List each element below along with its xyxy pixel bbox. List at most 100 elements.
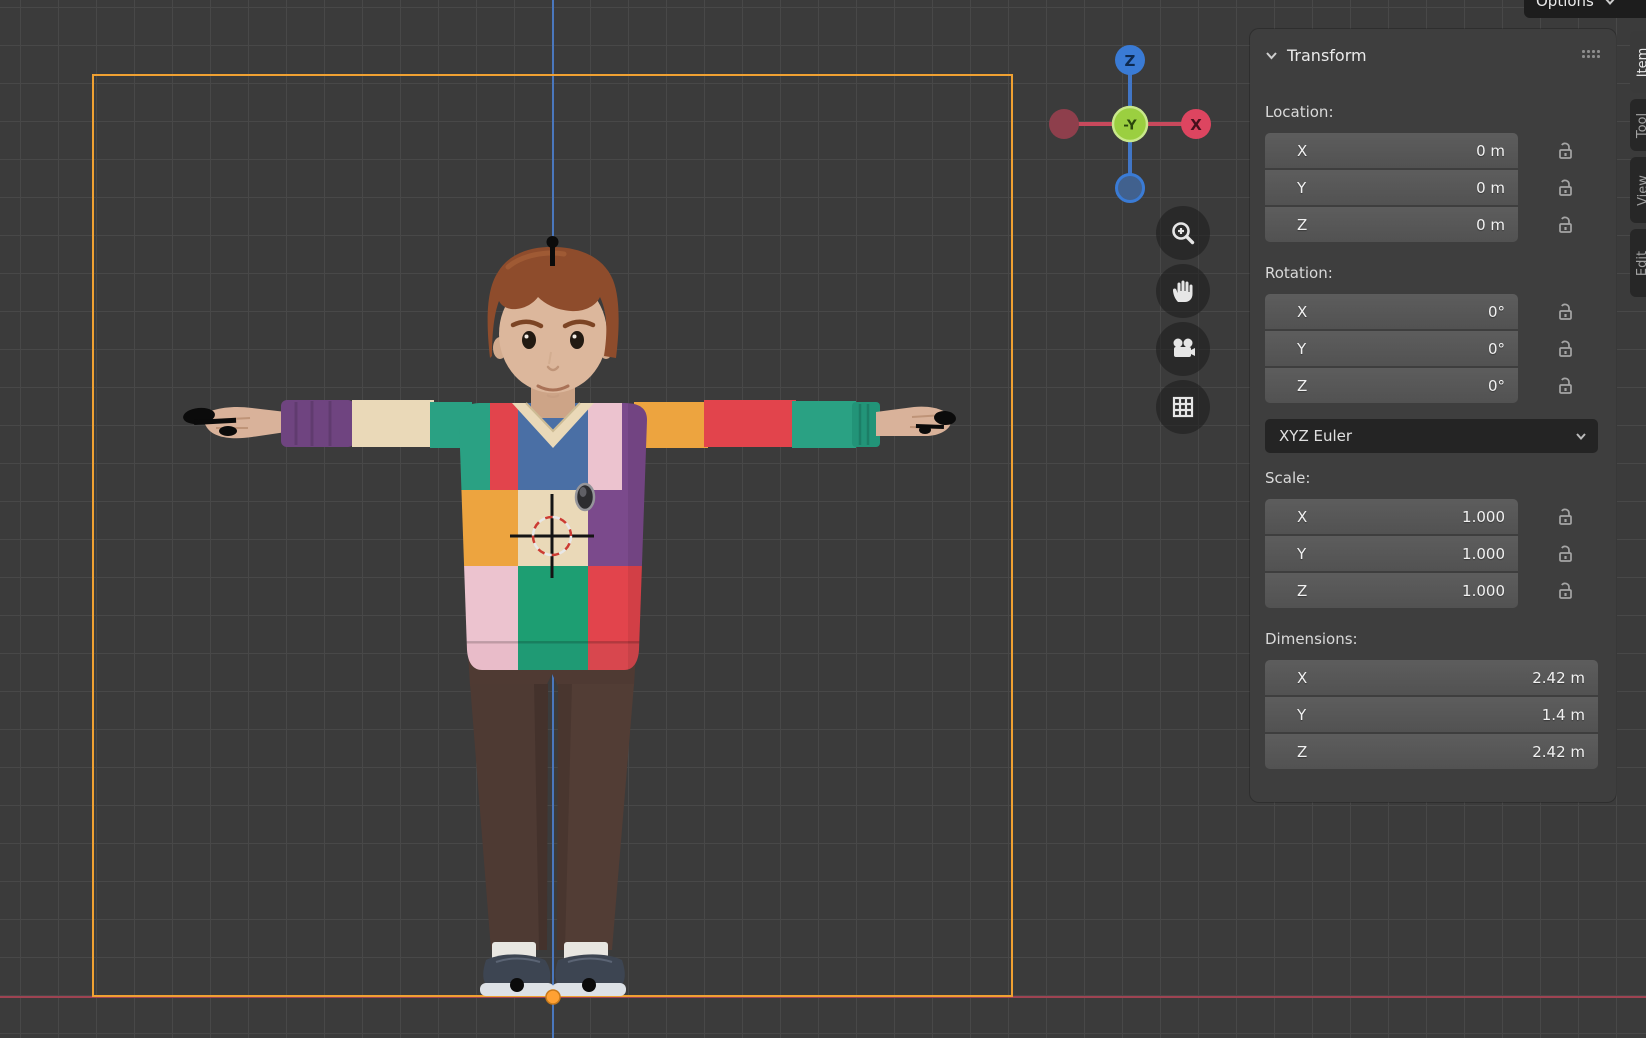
axis-value: 2.42 m (1532, 743, 1585, 761)
tab-label: View (1636, 175, 1646, 206)
scale-x-row: X 1.000 (1265, 499, 1616, 534)
location-y-field[interactable]: Y 0 m (1265, 170, 1518, 205)
axis-value: 1.4 m (1542, 706, 1585, 724)
tab-label: Tool (1635, 112, 1646, 137)
object-origin-point (546, 990, 560, 1004)
gizmo-x-label: X (1190, 116, 1202, 134)
tab-label: Edit (1636, 250, 1646, 275)
dimensions-z-row: Z 2.42 m (1265, 734, 1616, 769)
location-x-row: X 0 m (1265, 133, 1616, 168)
axis-label: X (1297, 303, 1307, 321)
sidebar-tab-edit[interactable]: Edit (1630, 229, 1646, 297)
scale-y-row: Y 1.000 (1265, 536, 1616, 571)
axis-label: Y (1297, 545, 1306, 563)
blender-3d-viewport[interactable]: Z X -Y (0, 0, 1646, 1038)
rotation-y-lock-button[interactable] (1554, 338, 1576, 360)
viewport-ortho-toggle-button[interactable] (1156, 380, 1210, 434)
viewport-pan-button[interactable] (1156, 264, 1210, 318)
unlock-icon (1554, 580, 1576, 602)
axis-value: 0° (1488, 303, 1505, 321)
rotation-z-row: Z 0° (1265, 368, 1616, 403)
location-z-field[interactable]: Z 0 m (1265, 207, 1518, 242)
axis-label: X (1297, 508, 1307, 526)
unlock-icon (1554, 301, 1576, 323)
location-y-row: Y 0 m (1265, 170, 1616, 205)
axis-label: Z (1297, 743, 1307, 761)
location-z-lock-button[interactable] (1554, 214, 1576, 236)
axis-label: Z (1297, 216, 1307, 234)
rotation-y-field[interactable]: Y 0° (1265, 331, 1518, 366)
unlock-icon (1554, 214, 1576, 236)
rotation-z-field[interactable]: Z 0° (1265, 368, 1518, 403)
viewport-camera-button[interactable] (1156, 322, 1210, 376)
options-label: Options (1536, 0, 1594, 10)
location-label: Location: (1265, 103, 1616, 125)
gizmo-neg-y-label: -Y (1123, 118, 1137, 134)
sidebar-tab-tool[interactable]: Tool (1630, 99, 1646, 151)
rotation-mode-dropdown[interactable]: XYZ Euler (1265, 419, 1598, 453)
rotation-label: Rotation: (1265, 264, 1616, 286)
location-x-field[interactable]: X 0 m (1265, 133, 1518, 168)
gizmo-neg-x-ball[interactable] (1049, 109, 1079, 139)
tab-label: Item (1636, 47, 1646, 77)
axis-label: Z (1297, 377, 1307, 395)
rotation-x-row: X 0° (1265, 294, 1616, 329)
unlock-icon (1554, 375, 1576, 397)
rotation-mode-value: XYZ Euler (1279, 427, 1352, 445)
location-y-lock-button[interactable] (1554, 177, 1576, 199)
axis-label: Y (1297, 179, 1306, 197)
axis-value: 0 m (1476, 216, 1505, 234)
grid-icon (1169, 393, 1197, 421)
scale-y-field[interactable]: Y 1.000 (1265, 536, 1518, 571)
axis-value: 0° (1488, 340, 1505, 358)
dimensions-z-field[interactable]: Z 2.42 m (1265, 734, 1598, 769)
scale-x-field[interactable]: X 1.000 (1265, 499, 1518, 534)
axis-value: 1.000 (1462, 545, 1505, 563)
rotation-x-field[interactable]: X 0° (1265, 294, 1518, 329)
dimensions-y-row: Y 1.4 m (1265, 697, 1616, 732)
axis-label: Y (1297, 340, 1306, 358)
unlock-icon (1554, 338, 1576, 360)
dimensions-x-field[interactable]: X 2.42 m (1265, 660, 1598, 695)
axis-label: Y (1297, 706, 1306, 724)
unlock-icon (1554, 543, 1576, 565)
axis-value: 0 m (1476, 142, 1505, 160)
axis-label: X (1297, 142, 1307, 160)
dimensions-label: Dimensions: (1265, 630, 1616, 652)
axis-value: 1.000 (1462, 582, 1505, 600)
character-legs (468, 652, 636, 996)
character-right-arm (634, 400, 951, 448)
scale-z-row: Z 1.000 (1265, 573, 1616, 608)
axis-value: 1.000 (1462, 508, 1505, 526)
collapse-chevron-icon[interactable] (1265, 49, 1278, 62)
scale-y-lock-button[interactable] (1554, 543, 1576, 565)
character-left-arm (204, 400, 472, 448)
rotation-x-lock-button[interactable] (1554, 301, 1576, 323)
sidebar-tab-item[interactable]: Item (1630, 31, 1646, 93)
axis-value: 0 m (1476, 179, 1505, 197)
scale-z-lock-button[interactable] (1554, 580, 1576, 602)
rotation-z-lock-button[interactable] (1554, 375, 1576, 397)
chevron-down-icon (1574, 429, 1588, 443)
sidebar-tab-view[interactable]: View (1630, 157, 1646, 223)
transform-panel: Transform Location: X 0 m Y 0 m (1250, 29, 1616, 802)
scale-x-lock-button[interactable] (1554, 506, 1576, 528)
location-z-row: Z 0 m (1265, 207, 1616, 242)
gizmo-neg-z-ball[interactable] (1117, 175, 1144, 202)
unlock-icon (1554, 140, 1576, 162)
panel-title: Transform (1287, 46, 1367, 65)
navigation-gizmo[interactable]: Z X -Y (1049, 45, 1211, 202)
character-model[interactable] (182, 236, 956, 996)
gizmo-z-label: Z (1125, 52, 1136, 70)
dimensions-y-field[interactable]: Y 1.4 m (1265, 697, 1598, 732)
panel-drag-handle[interactable] (1582, 50, 1602, 60)
chest-pin (576, 484, 594, 510)
location-x-lock-button[interactable] (1554, 140, 1576, 162)
axis-label: Z (1297, 582, 1307, 600)
options-button[interactable]: Options (1524, 0, 1646, 18)
magnifier-plus-icon (1169, 219, 1197, 247)
unlock-icon (1554, 177, 1576, 199)
movie-camera-icon (1169, 335, 1197, 363)
scale-z-field[interactable]: Z 1.000 (1265, 573, 1518, 608)
viewport-zoom-button[interactable] (1156, 206, 1210, 260)
